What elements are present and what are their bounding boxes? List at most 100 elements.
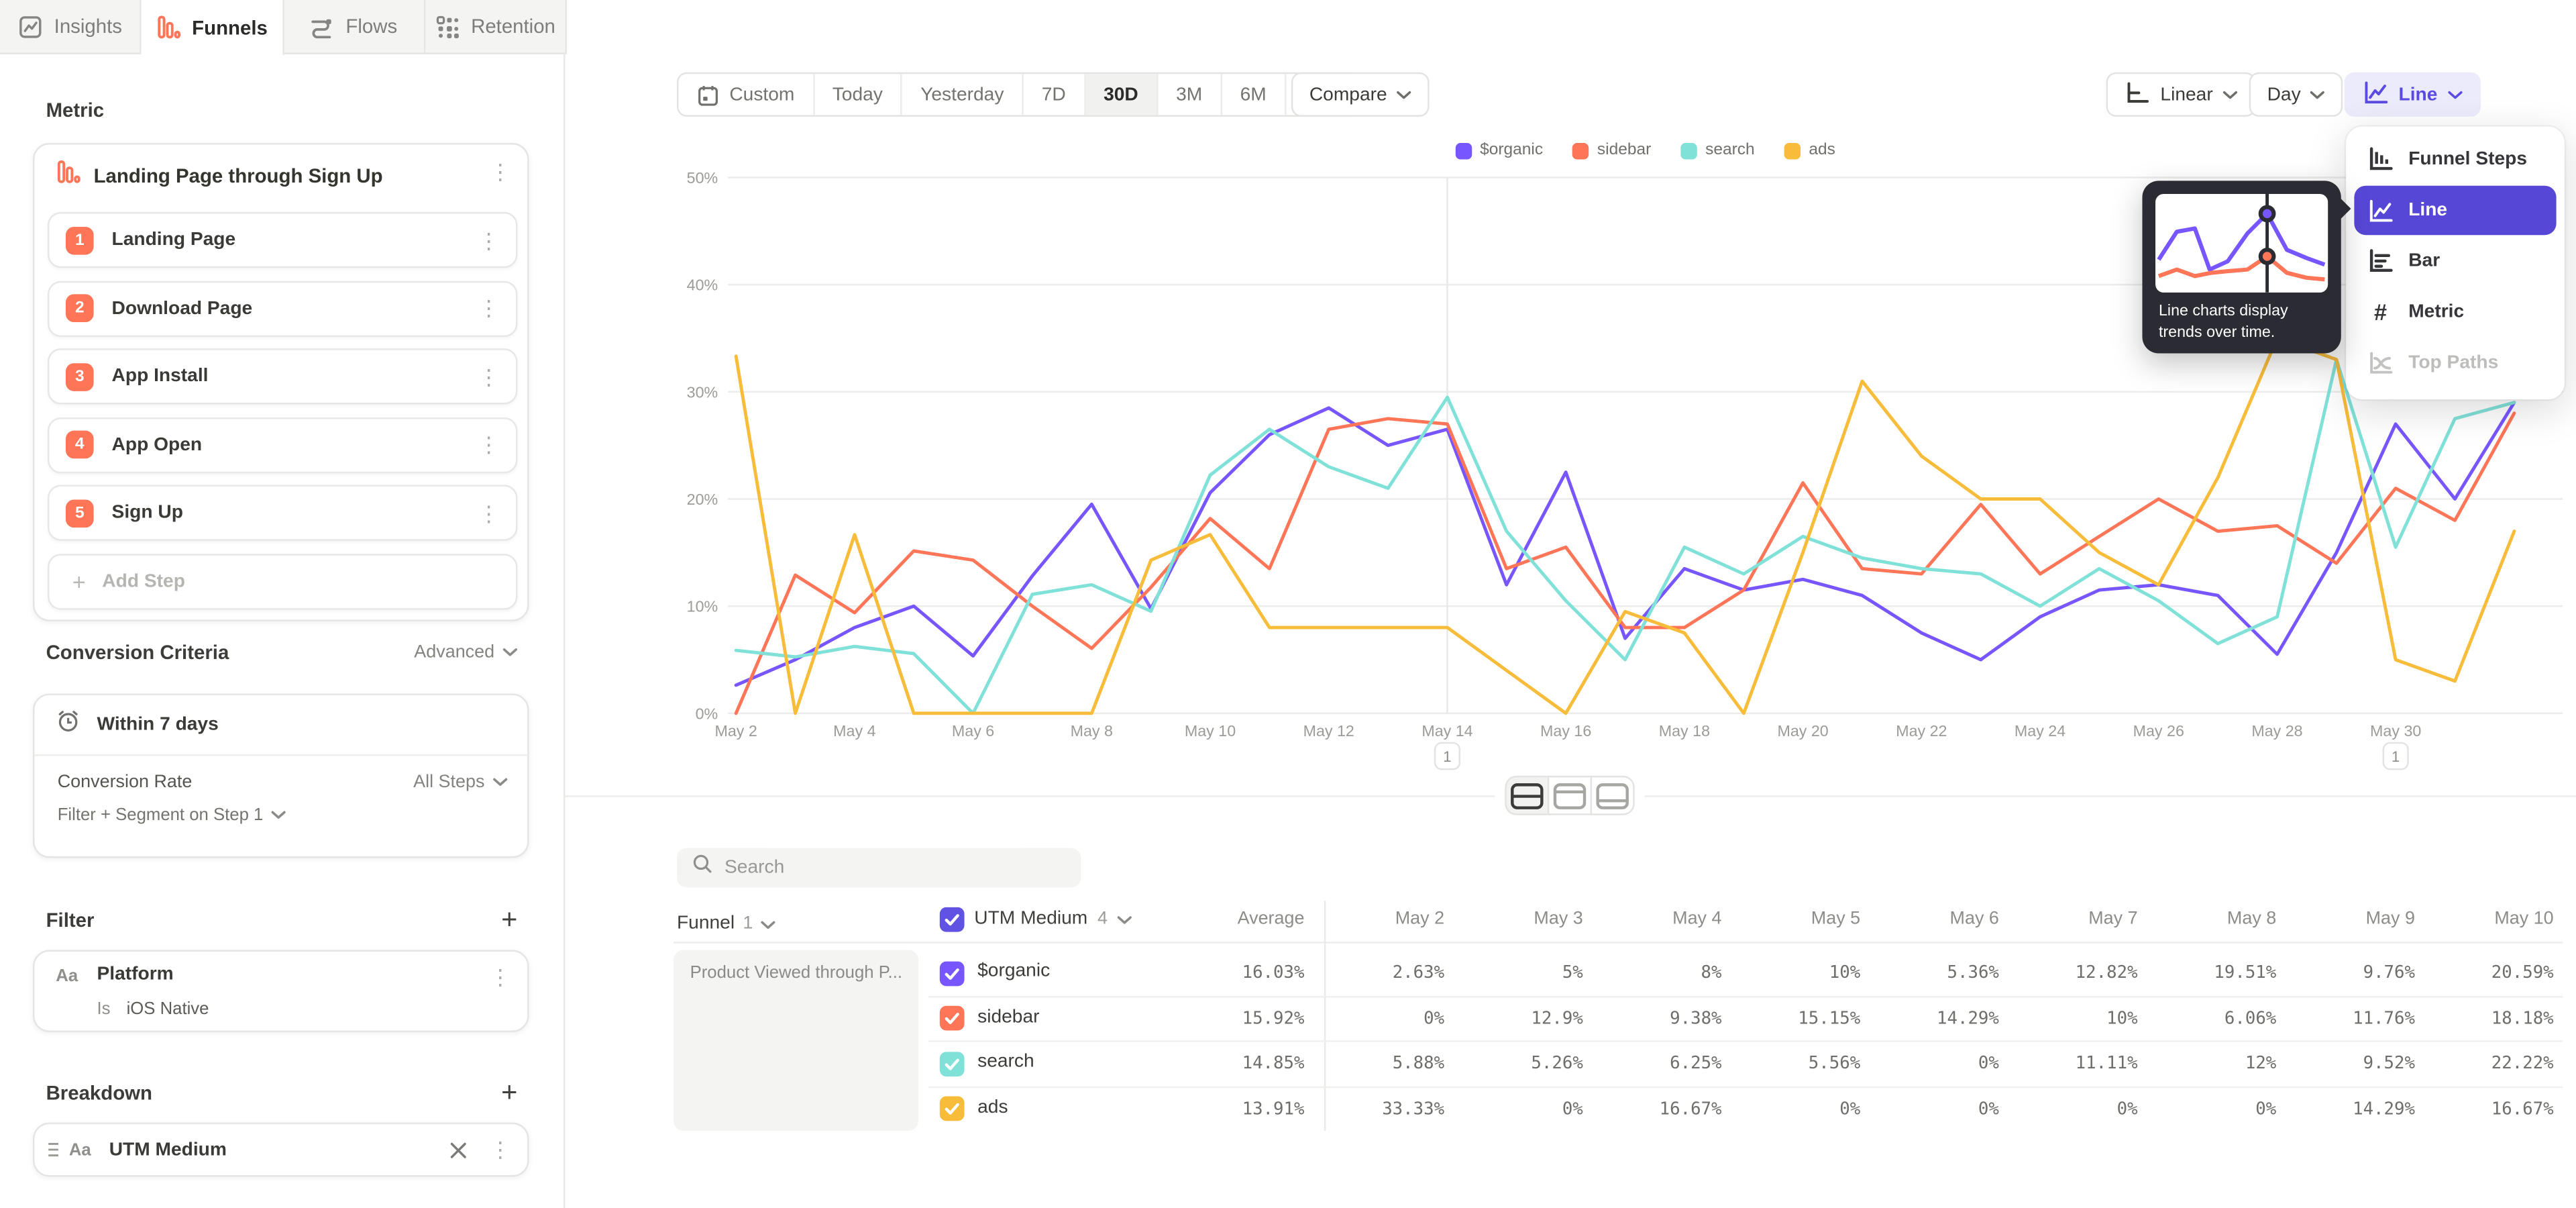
tab-label: Funnels bbox=[192, 15, 268, 38]
step-kebab-icon[interactable]: ⋮ bbox=[478, 366, 500, 387]
filter-kebab-icon[interactable]: ⋮ bbox=[490, 966, 511, 988]
tab-funnels[interactable]: Funnels bbox=[142, 0, 283, 56]
svg-text:30%: 30% bbox=[687, 383, 718, 401]
step-kebab-icon[interactable]: ⋮ bbox=[478, 297, 500, 319]
calendar-icon bbox=[696, 83, 719, 106]
series-checkbox-ads[interactable] bbox=[940, 1096, 965, 1121]
tab-retention[interactable]: Retention bbox=[425, 0, 567, 52]
select-all-checkbox[interactable] bbox=[940, 907, 965, 932]
legend-label: sidebar bbox=[1597, 142, 1651, 160]
filter-operator[interactable]: Is bbox=[97, 999, 110, 1019]
mini-line-chart bbox=[2155, 194, 2328, 293]
drag-handle-icon[interactable] bbox=[48, 1135, 59, 1164]
funnel-header-label: Funnel bbox=[677, 914, 735, 934]
legend-swatch bbox=[1680, 142, 1697, 158]
day-column-header: May 4 bbox=[1591, 909, 1722, 928]
step-kebab-icon[interactable]: ⋮ bbox=[478, 434, 500, 456]
breakdown-header-label: UTM Medium bbox=[974, 909, 1087, 928]
menu-item-label: Funnel Steps bbox=[2408, 150, 2527, 169]
funnel-step-2[interactable]: 2Download Page⋮ bbox=[48, 281, 517, 336]
search-box[interactable] bbox=[677, 848, 1081, 888]
add-filter-button[interactable]: + bbox=[501, 905, 517, 934]
header-separator bbox=[674, 942, 2563, 943]
search-input[interactable] bbox=[724, 858, 1053, 877]
day-value: 0% bbox=[1452, 1099, 1583, 1118]
svg-text:10%: 10% bbox=[687, 598, 718, 615]
tab-insights[interactable]: Insights bbox=[0, 0, 142, 52]
breakdown-card[interactable]: Aa UTM Medium ⋮ bbox=[33, 1123, 529, 1177]
metric-heading: Metric bbox=[46, 99, 105, 121]
range-30d[interactable]: 30D bbox=[1085, 74, 1158, 115]
series-checkbox-organic[interactable] bbox=[940, 960, 965, 985]
menu-item-funnel-steps[interactable]: Funnel Steps bbox=[2354, 135, 2556, 184]
tab-flows[interactable]: Flows bbox=[283, 0, 425, 52]
chart-only-view-button[interactable] bbox=[1548, 776, 1592, 815]
range-yesterday[interactable]: Yesterday bbox=[902, 74, 1024, 115]
add-step-button[interactable]: +Add Step bbox=[48, 553, 517, 609]
chart-legend: $organic sidebar search ads bbox=[728, 142, 2563, 160]
day-value: 9.38% bbox=[1591, 1008, 1722, 1027]
advanced-dropdown[interactable]: Advanced bbox=[414, 643, 517, 662]
filter-value[interactable]: iOS Native bbox=[127, 999, 209, 1019]
funnel-step-3[interactable]: 3App Install⋮ bbox=[48, 348, 517, 404]
add-step-label: Add Step bbox=[102, 571, 185, 591]
range-7d[interactable]: 7D bbox=[1024, 74, 1085, 115]
series-checkbox-search[interactable] bbox=[940, 1051, 965, 1076]
range-6m[interactable]: 6M bbox=[1222, 74, 1286, 115]
chart-type-menu: Funnel StepsLineBar#MetricTop Paths bbox=[2346, 127, 2565, 400]
step-kebab-icon[interactable]: ⋮ bbox=[478, 502, 500, 523]
line-chart-icon bbox=[2363, 80, 2389, 109]
breakdown-kebab-icon[interactable]: ⋮ bbox=[490, 1139, 511, 1160]
step-label: Download Page bbox=[112, 298, 478, 317]
funnel-kebab-icon[interactable]: ⋮ bbox=[490, 161, 511, 183]
day-column-header: May 7 bbox=[2006, 909, 2138, 928]
step-kebab-icon[interactable]: ⋮ bbox=[478, 230, 500, 251]
funnel-step-5[interactable]: 5Sign Up⋮ bbox=[48, 485, 517, 540]
interval-dropdown[interactable]: Day bbox=[2249, 72, 2344, 117]
funnel-step-1[interactable]: 1Landing Page⋮ bbox=[48, 212, 517, 268]
filter-card[interactable]: Aa Platform ⋮ Is iOS Native bbox=[33, 950, 529, 1032]
day-column-header: May 2 bbox=[1313, 909, 1444, 928]
linear-axis-icon bbox=[2125, 80, 2151, 109]
split-view-button[interactable] bbox=[1505, 776, 1549, 815]
menu-item-line[interactable]: Line bbox=[2354, 186, 2556, 235]
layout-toggle-group bbox=[1505, 776, 1634, 815]
close-icon[interactable] bbox=[450, 1142, 466, 1158]
range-custom[interactable]: Custom bbox=[678, 74, 814, 115]
funnel-step-4[interactable]: 4App Open⋮ bbox=[48, 417, 517, 472]
menu-item-metric[interactable]: #Metric bbox=[2354, 288, 2556, 337]
menu-item-label: Bar bbox=[2408, 252, 2440, 271]
legend-swatch bbox=[1572, 142, 1589, 158]
all-steps-dropdown[interactable]: All Steps bbox=[413, 772, 508, 792]
legend-item-search[interactable]: search bbox=[1680, 142, 1754, 160]
funnel-cell[interactable]: Product Viewed through P... bbox=[674, 950, 918, 1131]
compare-button[interactable]: Compare bbox=[1291, 72, 1430, 117]
legend-item-ads[interactable]: ads bbox=[1784, 142, 1835, 160]
scale-dropdown[interactable]: Linear bbox=[2106, 72, 2256, 117]
series-checkbox-sidebar[interactable] bbox=[940, 1006, 965, 1031]
conversion-window-row[interactable]: Within 7 days bbox=[34, 695, 527, 756]
filter-segment-dropdown[interactable]: Filter + Segment on Step 1 bbox=[58, 805, 286, 825]
day-column-header: May 8 bbox=[2145, 909, 2276, 928]
filter-heading: Filter bbox=[46, 908, 95, 931]
row-separator bbox=[928, 1086, 2563, 1087]
legend-item-organic[interactable]: $organic bbox=[1455, 142, 1543, 160]
legend-item-sidebar[interactable]: sidebar bbox=[1572, 142, 1651, 160]
annotation-marker[interactable]: 1 bbox=[2383, 743, 2408, 769]
breakdown-heading: Breakdown bbox=[46, 1080, 152, 1103]
chart-type-dropdown[interactable]: Line bbox=[2345, 72, 2480, 117]
funnel-column-header[interactable]: Funnel1 bbox=[677, 909, 776, 938]
breakdown-column-header[interactable]: UTM Medium4 bbox=[940, 904, 1132, 934]
funnel-steps-icon bbox=[2367, 146, 2394, 172]
series-line-search bbox=[736, 360, 2514, 713]
funnels-icon bbox=[156, 15, 180, 40]
table-only-view-button[interactable] bbox=[1591, 776, 1635, 815]
range-today[interactable]: Today bbox=[814, 74, 902, 115]
chevron-down-icon bbox=[2222, 85, 2237, 104]
range-3m[interactable]: 3M bbox=[1158, 74, 1222, 115]
annotation-marker[interactable]: 1 bbox=[1435, 743, 1460, 769]
svg-text:May 8: May 8 bbox=[1071, 722, 1113, 740]
menu-item-bar[interactable]: Bar bbox=[2354, 237, 2556, 286]
add-breakdown-button[interactable]: + bbox=[501, 1078, 517, 1107]
retention-icon bbox=[435, 14, 460, 39]
